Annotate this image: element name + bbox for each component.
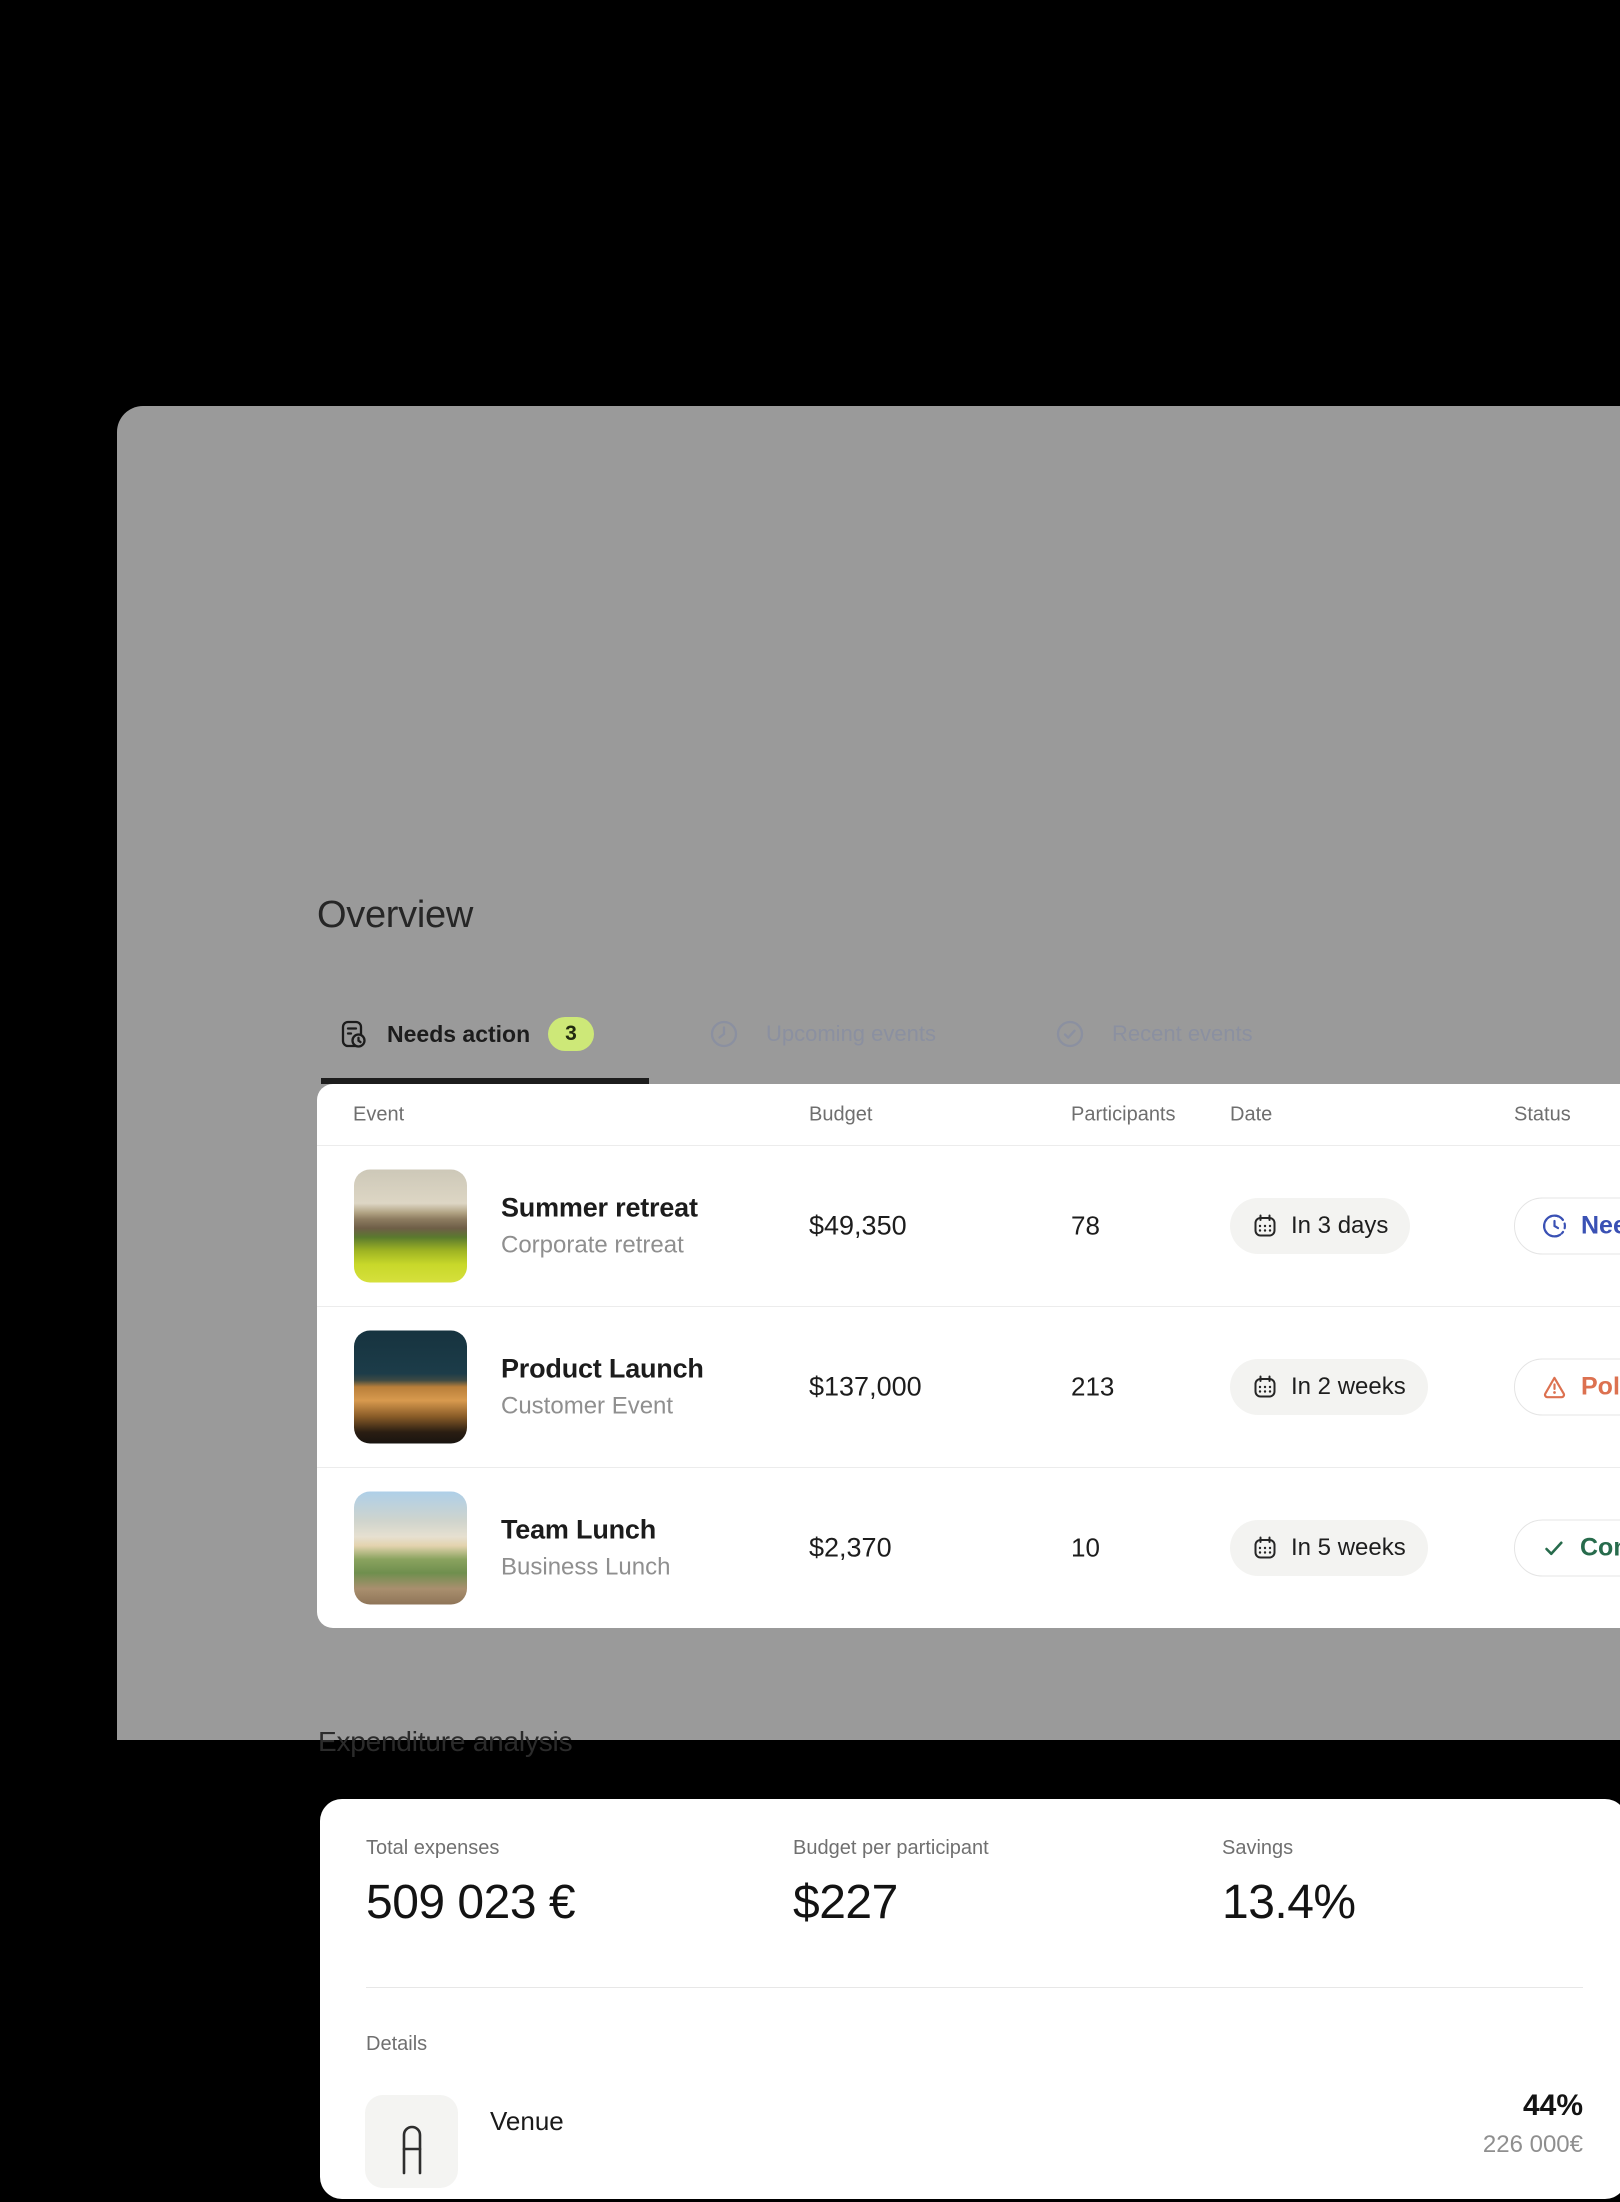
event-participants: 213: [1071, 1372, 1114, 1403]
table-row-summer-retreat[interactable]: Summer retreat Corporate retreat $49,350…: [317, 1146, 1620, 1306]
event-photo-summer-retreat: [354, 1170, 467, 1283]
table-row-product-launch[interactable]: Product Launch Customer Event $137,000 2…: [317, 1306, 1620, 1467]
column-header-date: Date: [1230, 1103, 1272, 1126]
event-date-label: In 2 weeks: [1291, 1373, 1406, 1401]
event-date-label: In 3 days: [1291, 1212, 1388, 1240]
detail-item-amount: 226 000€: [1483, 2131, 1583, 2159]
stat-total-expenses: Total expenses 509 023 €: [366, 1837, 575, 1930]
column-header-participants: Participants: [1071, 1103, 1176, 1126]
stat-budget-per-participant: Budget per participant $227: [793, 1837, 989, 1930]
event-budget: $49,350: [809, 1211, 907, 1242]
stat-value: $227: [793, 1875, 989, 1930]
event-name: Product Launch: [501, 1354, 704, 1385]
event-photo-team-lunch: [354, 1492, 467, 1605]
event-name: Team Lunch: [501, 1515, 670, 1546]
event-date-label: In 5 weeks: [1291, 1534, 1406, 1562]
page-title: Overview: [317, 894, 473, 937]
status-badge-policy-warning: Policy warning: [1514, 1359, 1620, 1416]
event-date-badge: In 3 days: [1230, 1198, 1410, 1254]
detail-item-percent: 44%: [1523, 2089, 1583, 2123]
event-photo-product-launch: [354, 1331, 467, 1444]
tab-recent-events[interactable]: Recent events: [1054, 1010, 1253, 1058]
event-name: Summer retreat: [501, 1193, 698, 1224]
document-clock-icon: [337, 1018, 369, 1050]
status-label: Needs approval: [1581, 1212, 1620, 1241]
table-row-team-lunch[interactable]: Team Lunch Business Lunch $2,370 10: [317, 1467, 1620, 1628]
stat-label: Savings: [1222, 1837, 1356, 1860]
history-clock-icon: [708, 1018, 740, 1050]
screen: { "page": { "title": "Overview" }, "tabs…: [0, 0, 1620, 1740]
expenditure-analysis-heading: Expenditure analysis: [318, 1726, 572, 1758]
column-header-event: Event: [353, 1103, 404, 1126]
chair-icon: [390, 2095, 434, 2188]
event-text-block: Summer retreat Corporate retreat: [501, 1193, 698, 1260]
warning-triangle-icon: [1541, 1374, 1568, 1401]
overview-panel: Overview Needs action 3 Upcoming events: [117, 406, 1620, 1740]
tab-needs-action[interactable]: Needs action 3: [321, 1010, 594, 1058]
stat-value: 13.4%: [1222, 1875, 1356, 1930]
column-header-status: Status: [1514, 1103, 1571, 1126]
event-date-badge: In 5 weeks: [1230, 1520, 1428, 1576]
tab-upcoming-events[interactable]: Upcoming events: [708, 1010, 936, 1058]
calendar-icon: [1252, 1535, 1278, 1561]
event-text-block: Team Lunch Business Lunch: [501, 1515, 670, 1582]
tab-needs-action-label: Needs action: [387, 1021, 530, 1048]
event-subtitle: Customer Event: [501, 1393, 704, 1421]
status-label: Policy warning: [1581, 1373, 1620, 1402]
event-text-block: Product Launch Customer Event: [501, 1354, 704, 1421]
status-badge-compliant: Compliant: [1514, 1520, 1620, 1577]
event-budget: $137,000: [809, 1372, 922, 1403]
column-header-budget: Budget: [809, 1103, 872, 1126]
pending-clock-icon: [1541, 1213, 1568, 1240]
check-icon: [1541, 1535, 1567, 1561]
divider: [366, 1987, 1583, 1988]
check-circle-icon: [1054, 1018, 1086, 1050]
status-badge-needs-approval: Needs approval: [1514, 1198, 1620, 1255]
event-date-badge: In 2 weeks: [1230, 1359, 1428, 1415]
status-label: Compliant: [1580, 1534, 1620, 1563]
needs-action-table: Event Budget Participants Date Status Su…: [317, 1084, 1620, 1628]
expenditure-analysis-card: Total expenses 509 023 € Budget per part…: [320, 1799, 1620, 2199]
event-participants: 10: [1071, 1533, 1100, 1564]
event-subtitle: Business Lunch: [501, 1554, 670, 1582]
event-subtitle: Corporate retreat: [501, 1232, 698, 1260]
table-header-row: Event Budget Participants Date Status: [317, 1084, 1620, 1146]
detail-item-label: Venue: [490, 2106, 564, 2137]
stat-value: 509 023 €: [366, 1875, 575, 1930]
tab-recent-events-label: Recent events: [1112, 1021, 1253, 1047]
tab-upcoming-events-label: Upcoming events: [766, 1021, 936, 1047]
stat-label: Budget per participant: [793, 1837, 989, 1860]
venue-icon-box: [365, 2095, 458, 2188]
stat-label: Total expenses: [366, 1837, 575, 1860]
stat-savings: Savings 13.4%: [1222, 1837, 1356, 1930]
calendar-icon: [1252, 1213, 1278, 1239]
details-label: Details: [366, 2033, 427, 2056]
calendar-icon: [1252, 1374, 1278, 1400]
needs-action-count-badge: 3: [548, 1017, 594, 1051]
event-budget: $2,370: [809, 1533, 892, 1564]
event-participants: 78: [1071, 1211, 1100, 1242]
